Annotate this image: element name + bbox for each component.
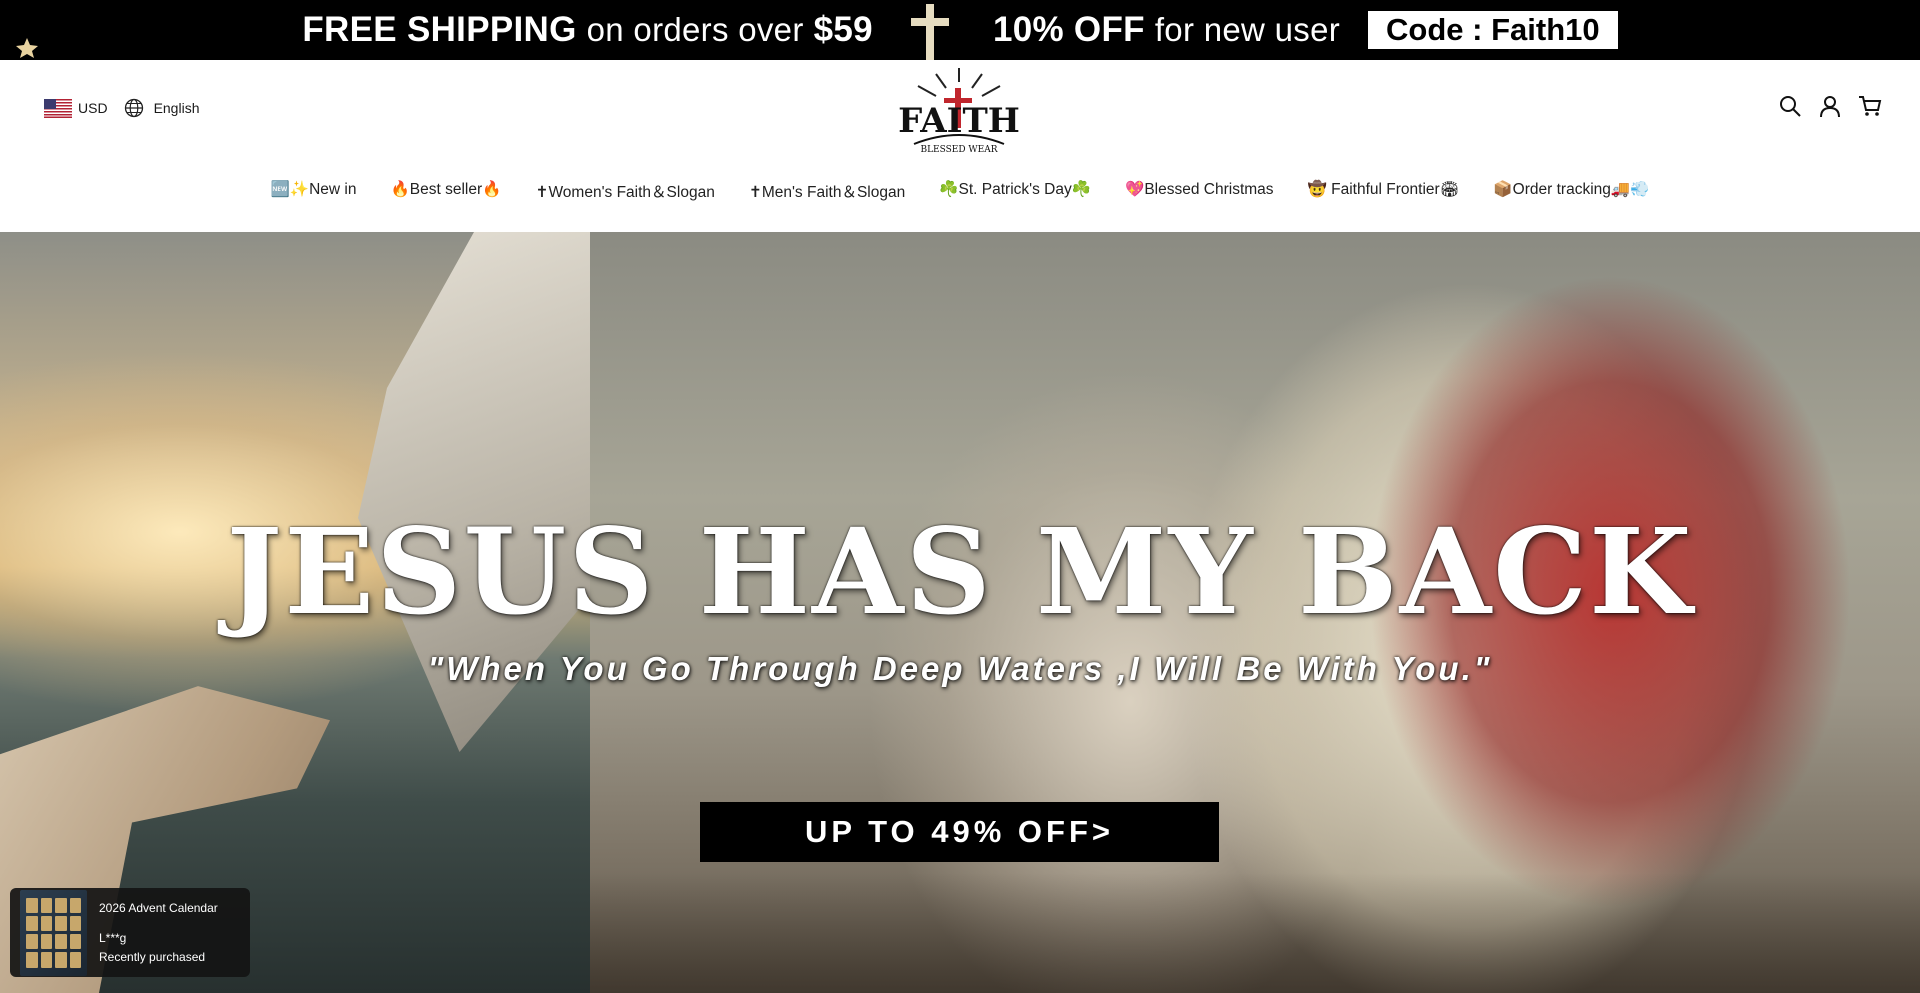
- shipping-amount: $59: [813, 10, 873, 49]
- cart-icon[interactable]: [1858, 94, 1882, 118]
- product-thumbnail: [20, 889, 87, 976]
- locale-selector: USD English: [44, 98, 199, 118]
- new-user-offer: 10% OFF for new user: [993, 10, 1340, 50]
- site-logo[interactable]: FAITH BLESSED WEAR: [896, 66, 1022, 158]
- offer-main: 10% OFF: [992, 10, 1145, 49]
- hero-shade: [590, 873, 1920, 993]
- announcement-bar: FREE SHIPPING on orders over $59 10% OFF…: [0, 0, 1920, 60]
- star-decoration-icon: [16, 38, 38, 58]
- hero-quote: "When You Go Through Deep Waters ,I Will…: [427, 650, 1493, 687]
- nav-item-christmas[interactable]: 💖Blessed Christmas: [1125, 180, 1274, 202]
- discount-code[interactable]: Code : Faith10: [1368, 11, 1618, 49]
- cross-icon: [910, 4, 949, 60]
- nav-item-order-tracking[interactable]: 📦Order tracking🚚💨: [1493, 180, 1649, 202]
- purchase-buyer: L***g: [99, 931, 127, 946]
- nav-item-mens[interactable]: ✝Men's Faith＆Slogan: [749, 180, 905, 202]
- hero-banner[interactable]: JESUS HAS MY BACK "When You Go Through D…: [0, 232, 1920, 993]
- header-actions: [1778, 94, 1882, 118]
- nav-item-st-patricks[interactable]: ☘️St. Patrick's Day☘️: [939, 180, 1091, 202]
- shipping-rest: on orders over: [586, 11, 804, 48]
- nav-item-womens[interactable]: ✝Women's Faith＆Slogan: [535, 180, 714, 202]
- currency-selector[interactable]: USD: [78, 100, 108, 116]
- search-icon[interactable]: [1778, 94, 1802, 118]
- nav-item-faithful-frontier[interactable]: 🤠 Faithful Frontier🏟: [1308, 180, 1460, 202]
- nav-item-best-seller[interactable]: 🔥Best seller🔥: [391, 180, 502, 202]
- site-header: USD English FAITH BLESSED WEAR 🆕✨New in …: [0, 60, 1920, 232]
- recent-purchase-popup[interactable]: 2026 Advent Calendar L***g Recently purc…: [10, 888, 250, 977]
- globe-icon: [124, 98, 143, 118]
- shipping-offer: FREE SHIPPING on orders over $59: [302, 10, 873, 50]
- hero-cta-button[interactable]: UP TO 49% OFF>: [700, 802, 1219, 862]
- shipping-main: FREE SHIPPING: [302, 10, 577, 49]
- hero-headline: JESUS HAS MY BACK: [226, 502, 1694, 641]
- language-selector[interactable]: English: [154, 100, 200, 116]
- purchase-status: Recently purchased: [99, 949, 206, 964]
- offer-rest: for new user: [1154, 11, 1341, 48]
- main-navigation: 🆕✨New in 🔥Best seller🔥 ✝Women's Faith＆Sl…: [0, 180, 1920, 202]
- purchase-info: 2026 Advent Calendar L***g Recently purc…: [99, 901, 237, 964]
- account-icon[interactable]: [1818, 94, 1842, 118]
- logo-tagline: BLESSED WEAR: [920, 145, 997, 155]
- purchase-product: 2026 Advent Calendar: [99, 900, 218, 915]
- us-flag-icon: [44, 98, 72, 118]
- nav-item-new-in[interactable]: 🆕✨New in: [271, 180, 357, 202]
